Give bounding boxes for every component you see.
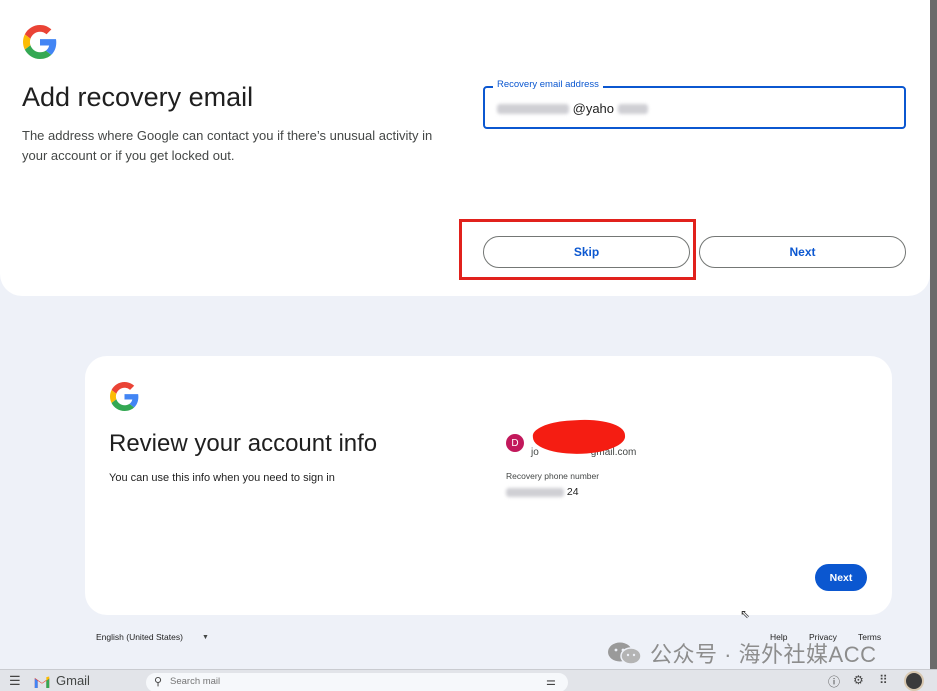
mail-search-bar[interactable]: ⚲ ⚌ xyxy=(146,673,568,691)
blurred-phone-part xyxy=(506,487,564,497)
blurred-email-part xyxy=(497,103,569,114)
recovery-email-value: @yaho xyxy=(497,100,648,116)
review-next-button[interactable]: Next xyxy=(815,564,867,591)
recovery-phone-value: 24 xyxy=(506,486,579,498)
window-edge xyxy=(930,0,937,691)
page-description: The address where Google can contact you… xyxy=(22,128,433,163)
apps-grid-icon[interactable]: ⠿ xyxy=(879,673,888,687)
menu-icon[interactable]: ☰ xyxy=(9,673,21,689)
chevron-down-icon[interactable]: ▼ xyxy=(202,634,209,641)
recovery-email-card: Add recovery email The address where Goo… xyxy=(0,0,930,296)
phone-visible-text: 24 xyxy=(566,486,579,499)
email-visible-text: @yaho xyxy=(572,101,615,117)
review-description: You can use this info when you need to s… xyxy=(109,472,335,484)
gmail-toolbar: ☰ Gmail ⚲ ⚌ ⓘ ⚙ ⠿ xyxy=(0,669,937,691)
account-email-visible: jo xyxy=(531,447,539,458)
profile-avatar[interactable] xyxy=(904,671,924,691)
wechat-icon xyxy=(608,642,642,665)
search-icon[interactable]: ⚲ xyxy=(154,675,162,688)
watermark: 公众号 · 海外社媒ACC xyxy=(606,637,877,669)
filter-icon[interactable]: ⚌ xyxy=(546,675,556,688)
gear-icon[interactable]: ⚙ xyxy=(853,673,864,687)
language-selector[interactable]: English (United States) xyxy=(96,632,183,642)
review-title: Review your account info xyxy=(109,430,378,457)
gmail-app-name: Gmail xyxy=(56,673,90,688)
highlight-box xyxy=(459,219,696,280)
blurred-email-part xyxy=(617,103,648,114)
help-icon[interactable]: ⓘ xyxy=(828,673,840,690)
recovery-email-label: Recovery email address xyxy=(493,79,603,90)
recovery-email-input[interactable]: Recovery email address @yaho xyxy=(483,79,906,129)
search-input[interactable] xyxy=(170,676,470,687)
watermark-text: 公众号 · 海外社媒ACC xyxy=(650,642,877,667)
gmail-logo-icon xyxy=(34,676,50,688)
recovery-phone-label: Recovery phone number xyxy=(506,471,600,481)
account-avatar: D xyxy=(506,434,524,452)
google-logo-icon xyxy=(110,382,139,411)
next-button[interactable]: Next xyxy=(699,236,906,268)
page-title: Add recovery email xyxy=(22,82,254,112)
mouse-cursor-icon: ⇖ xyxy=(740,607,751,621)
google-logo-icon xyxy=(23,25,57,59)
